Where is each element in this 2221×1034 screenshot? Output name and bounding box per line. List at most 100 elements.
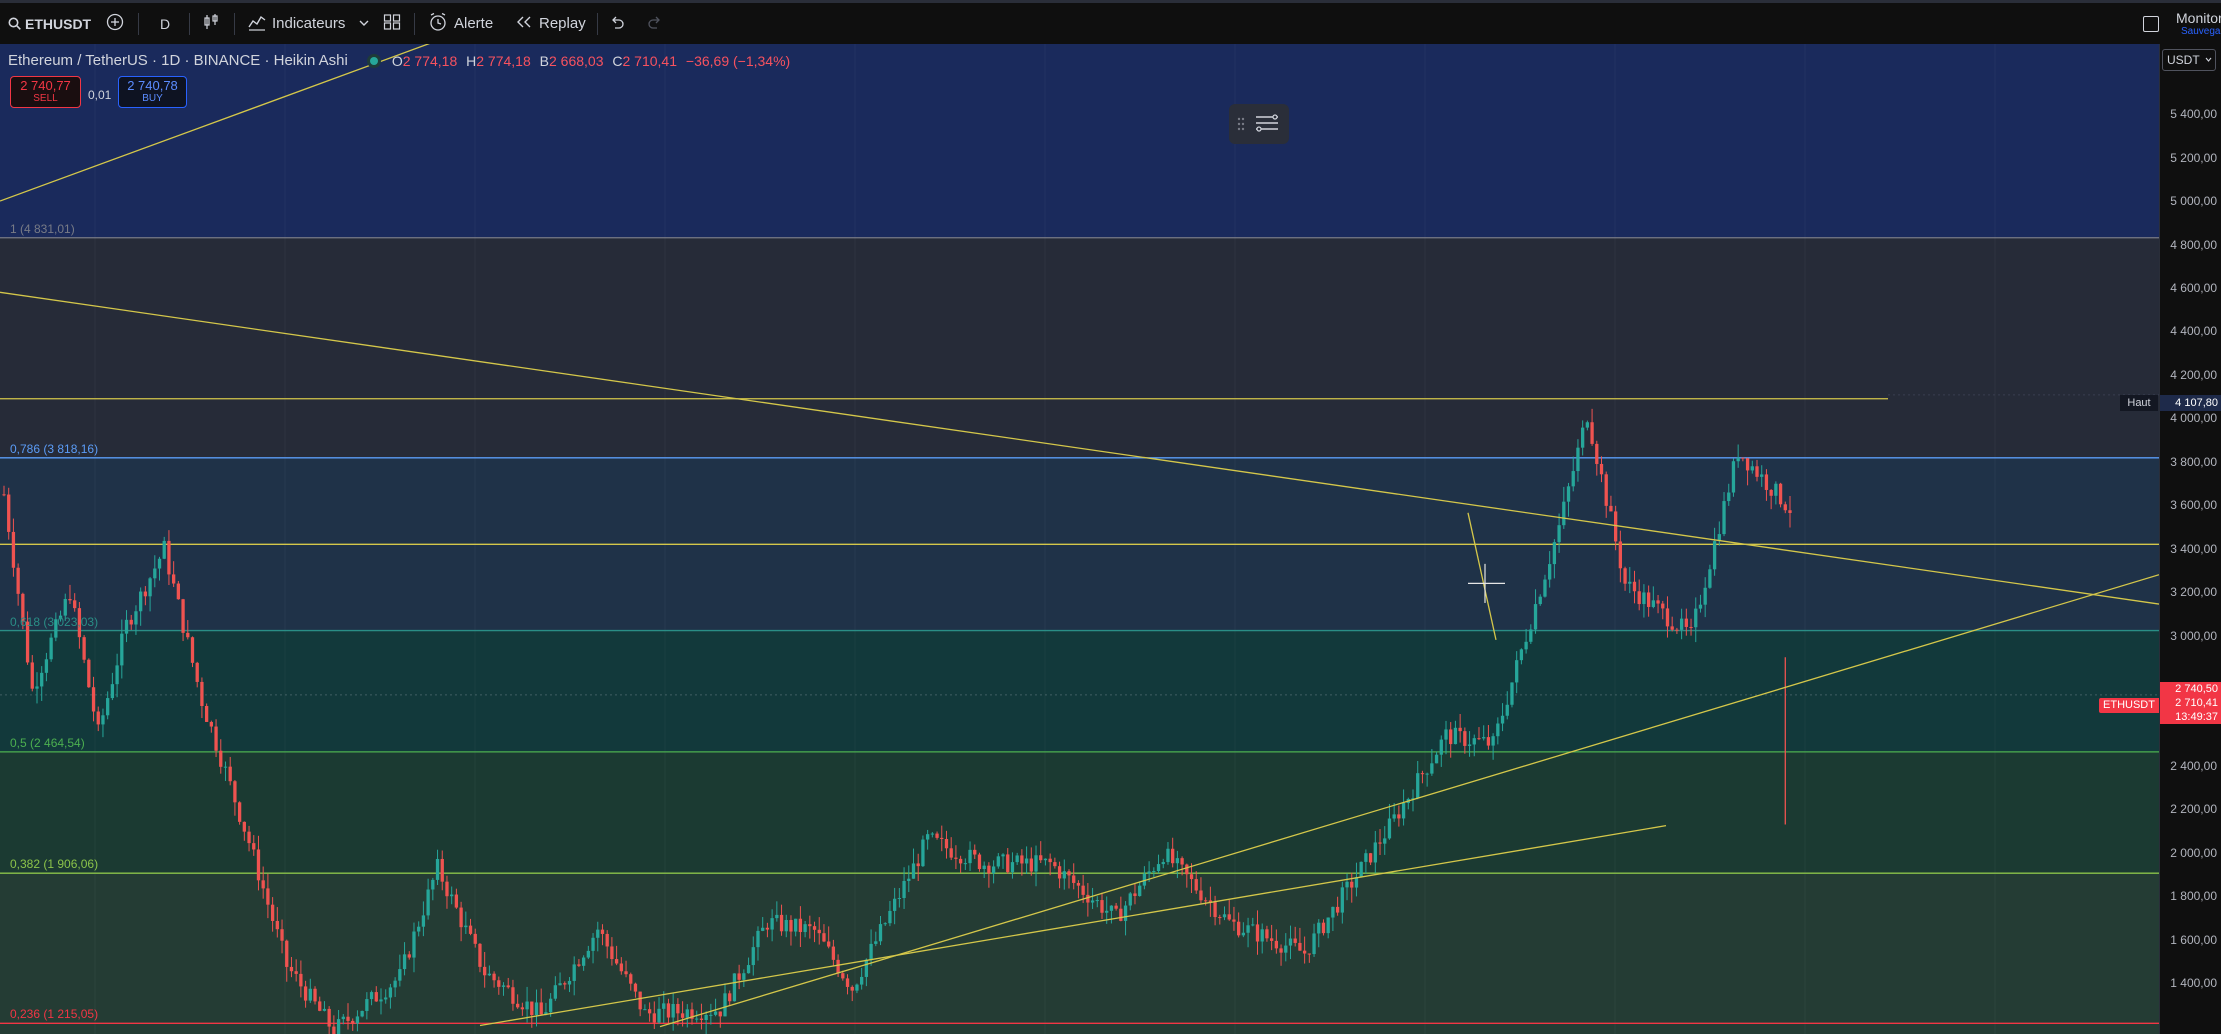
candle-body [614, 959, 619, 964]
candle-body [1368, 853, 1373, 863]
candle-body [204, 705, 209, 722]
candle-body [1260, 929, 1264, 942]
drawing-floating-toolbar[interactable] [1229, 104, 1289, 144]
candle-body [1128, 893, 1132, 906]
toolbar-divider [597, 13, 598, 35]
candle-body [1227, 914, 1231, 920]
indicators-dropdown-button[interactable] [359, 3, 369, 44]
candle-body [1628, 581, 1632, 584]
candle-body [525, 1001, 529, 1010]
candle-body [888, 910, 892, 924]
chart-pane[interactable]: Ethereum / TetherUS · 1D · BINANCE · Hei… [0, 44, 2159, 1034]
candle-body [1467, 744, 1472, 746]
candle-body [1105, 910, 1109, 913]
redo-button[interactable] [647, 3, 663, 44]
price-scale[interactable]: USDT 5 400,00 5 200,00 5 000,00 4 800,00 4 6… [2159, 44, 2221, 1034]
candle-body [1496, 723, 1500, 737]
candle-body [897, 898, 902, 900]
candle-body [148, 578, 152, 597]
candle-body [1661, 603, 1665, 609]
interval-button[interactable]: D [160, 3, 170, 44]
candle-body [1053, 862, 1057, 867]
candle-body [1731, 461, 1736, 493]
high-label-tag: Haut [2120, 395, 2158, 411]
buy-button[interactable]: 2 740,78 BUY [118, 76, 187, 108]
price-chart[interactable] [0, 44, 2159, 1034]
candle-body [497, 980, 501, 987]
candle-body [1335, 906, 1340, 913]
candle-body [1006, 854, 1010, 873]
candle-body [921, 839, 925, 867]
candle-body [478, 943, 482, 967]
candle-body [629, 974, 633, 984]
candle-body [1246, 925, 1250, 933]
candle-body [548, 998, 553, 1013]
candle-body [666, 1003, 671, 1018]
candle-body [713, 1011, 718, 1015]
candle-body [836, 959, 840, 974]
candle-body [1378, 842, 1382, 844]
object-tree-icon[interactable] [1255, 113, 1279, 140]
visibility-dot-icon[interactable] [369, 56, 378, 65]
undo-icon [609, 15, 625, 33]
candle-body [841, 973, 845, 979]
candle-body [82, 637, 86, 660]
fib-level-label: 0,236 (1 215,05) [10, 1007, 99, 1022]
fib-level-label: 0,5 (2 464,54) [10, 735, 85, 750]
price-tick-label: 3 000,00 [2170, 628, 2217, 643]
undo-button[interactable] [609, 3, 625, 44]
candle-body [318, 1001, 322, 1011]
alarm-clock-icon [428, 12, 448, 36]
currency-selector[interactable]: USDT [2162, 49, 2216, 71]
chart-type-button[interactable] [202, 3, 220, 44]
buy-label: BUY [142, 93, 163, 104]
candle-body [1585, 422, 1590, 428]
toolbar-divider [414, 13, 415, 35]
drag-handle-icon[interactable] [1237, 117, 1245, 136]
candle-body [1251, 924, 1255, 926]
sell-label: SELL [33, 93, 58, 104]
candle-body [106, 698, 110, 716]
candle-body [1236, 921, 1241, 936]
candle-body [1500, 715, 1505, 724]
candle-body [1783, 504, 1787, 511]
candle-body [176, 583, 181, 600]
candle-body [388, 987, 393, 998]
candle-body [1482, 737, 1486, 739]
replay-button[interactable]: Replay [515, 3, 586, 44]
candle-body [1519, 649, 1524, 661]
candle-body [1684, 618, 1688, 627]
candle-body [2, 494, 6, 496]
alert-button[interactable]: Alerte [428, 3, 493, 44]
candle-body [398, 969, 402, 981]
candle-body [1265, 929, 1269, 939]
candle-body [935, 833, 939, 838]
candle-body [341, 1016, 345, 1020]
sell-button[interactable]: 2 740,77 SELL [10, 76, 81, 108]
candle-body [1194, 879, 1198, 891]
candle-body [869, 943, 873, 960]
candle-body [1039, 855, 1043, 861]
candle-body [520, 1007, 525, 1010]
candle-body [567, 980, 572, 985]
candle-body [822, 933, 826, 942]
candle-body [596, 929, 600, 938]
candle-body [1062, 871, 1066, 879]
candle-body [633, 983, 638, 992]
candle-body [991, 866, 996, 874]
price-tick-label: 3 400,00 [2170, 541, 2217, 556]
candle-body [1010, 862, 1015, 873]
add-symbol-button[interactable] [106, 3, 124, 44]
high-value: 2 774,18 [476, 52, 531, 69]
candle-body [1430, 763, 1434, 774]
candle-body [487, 973, 492, 976]
layouts-button[interactable] [383, 3, 401, 44]
symbol-search-button[interactable]: ETHUSDT [8, 3, 91, 44]
indicators-button[interactable]: Indicateurs [248, 3, 345, 44]
layout-name-button[interactable]: Monitor Sauvegar [2176, 10, 2221, 38]
candle-body [1458, 727, 1462, 732]
layout-toggle-checkbox[interactable] [2143, 3, 2159, 44]
buy-price: 2 740,78 [127, 78, 178, 93]
candle-body [1510, 682, 1514, 705]
candle-body [1317, 922, 1321, 934]
